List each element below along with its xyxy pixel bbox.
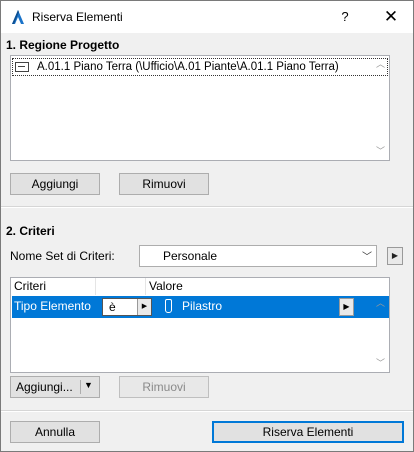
reserve-elements-button[interactable]: Riserva Elementi <box>212 421 404 443</box>
project-region-list[interactable]: A.01.1 Piano Terra (\Ufficio\A.01 Piante… <box>10 55 390 161</box>
triangle-right-icon: ▶ <box>343 302 350 311</box>
criteria-table[interactable]: Criteri Valore Tipo Elemento è ▶ Pilastr… <box>10 277 390 373</box>
close-button[interactable]: ✕ <box>377 1 405 33</box>
scroll-down-icon[interactable]: ﹀ <box>372 143 389 160</box>
add-region-button[interactable]: Aggiungi <box>10 173 100 195</box>
criteria-set-menu-button[interactable]: ▶ <box>387 247 403 265</box>
remove-region-button[interactable]: Rimuovi <box>119 173 209 195</box>
triangle-right-icon: ▶ <box>391 251 399 260</box>
help-button[interactable]: ? <box>331 1 359 33</box>
table-row[interactable]: Tipo Elemento è ▶ Pilastro ▶ <box>12 296 389 318</box>
list-item-label: A.01.1 Piano Terra (\Ufficio\A.01 Piante… <box>37 61 339 73</box>
footer-divider-highlight <box>1 411 413 412</box>
column-icon <box>165 299 172 313</box>
column-header-criteria[interactable]: Criteri <box>11 278 95 295</box>
operator-combo[interactable]: è ▶ <box>102 298 152 316</box>
remove-criteria-button[interactable]: Rimuovi <box>119 376 209 398</box>
criteria-set-dropdown[interactable]: Personale ﹀ <box>139 245 377 267</box>
list-item[interactable]: A.01.1 Piano Terra (\Ufficio\A.01 Piante… <box>12 58 388 76</box>
section-project-region-title: 1. Regione Progetto <box>6 38 120 52</box>
scroll-up-icon[interactable]: ︿ <box>372 295 389 312</box>
vertical-scrollbar[interactable]: ︿ ﹀ <box>372 295 389 372</box>
chevron-down-icon: ﹀ <box>362 252 372 263</box>
value-cell: Pilastro <box>182 299 223 313</box>
section-criteria-title: 2. Criteri <box>6 224 55 238</box>
column-separator <box>95 278 96 295</box>
operator-value: è <box>109 300 116 314</box>
add-criteria-label: Aggiungi... <box>16 380 73 394</box>
value-menu-button[interactable]: ▶ <box>339 298 354 316</box>
triangle-down-icon[interactable]: ▼ <box>84 380 93 390</box>
split-separator <box>80 380 81 394</box>
section-divider-highlight <box>1 207 413 208</box>
cancel-button[interactable]: Annulla <box>10 421 100 443</box>
add-criteria-split-button[interactable]: Aggiungi... ▼ <box>10 376 100 398</box>
triangle-right-icon: ▶ <box>137 299 151 315</box>
vertical-scrollbar[interactable]: ︿ ﹀ <box>372 56 389 160</box>
archicad-logo-icon <box>12 10 24 24</box>
criterion-cell: Tipo Elemento <box>14 299 91 313</box>
floor-plan-icon <box>15 62 29 72</box>
criteria-set-label: Nome Set di Criteri: <box>10 249 115 263</box>
scroll-up-icon[interactable]: ︿ <box>372 56 389 73</box>
scroll-down-icon[interactable]: ﹀ <box>372 355 389 372</box>
title-bar: Riserva Elementi ? ✕ <box>1 1 413 33</box>
reserve-elements-dialog: Riserva Elementi ? ✕ 1. Regione Progetto… <box>0 0 414 452</box>
window-title: Riserva Elementi <box>32 10 123 24</box>
column-header-value[interactable]: Valore <box>146 278 386 295</box>
criteria-set-value: Personale <box>163 249 218 263</box>
